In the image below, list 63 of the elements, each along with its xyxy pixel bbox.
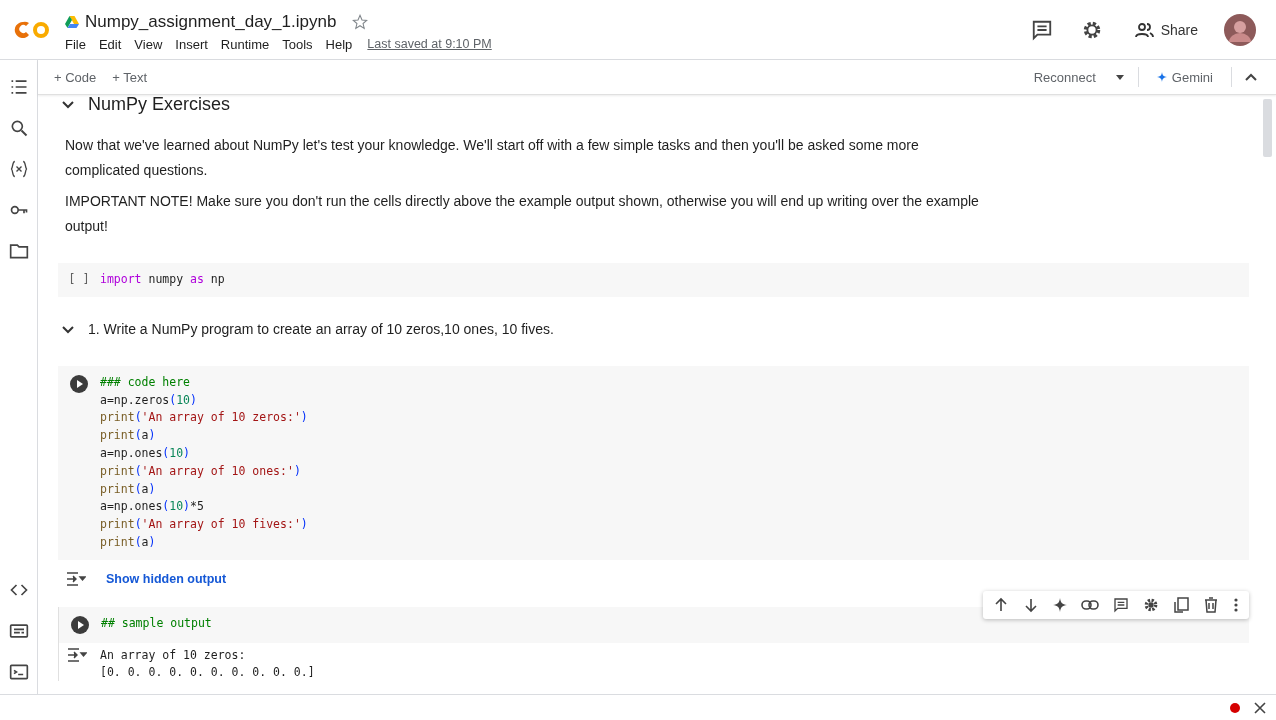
drive-icon (65, 15, 79, 28)
show-hidden-output-link[interactable]: Show hidden output (106, 571, 227, 586)
settings-icon[interactable] (1143, 596, 1159, 613)
delete-icon[interactable] (1203, 596, 1219, 613)
terminal-icon[interactable] (8, 662, 29, 682)
sparkle-icon[interactable] (1053, 597, 1067, 612)
code-line: a=np.zeros(10) (100, 391, 198, 409)
menu-item[interactable]: Runtime (220, 36, 270, 52)
code-line: ### code here (100, 373, 191, 391)
section-heading: 1. Write a NumPy program to create an array of 10 zeros,10 ones, 10 fives. (88, 320, 554, 337)
arrow-down-icon[interactable] (1023, 596, 1039, 613)
menu-item[interactable]: Edit (98, 36, 122, 52)
star-icon[interactable] (352, 13, 369, 30)
run-icon[interactable] (70, 614, 90, 635)
code-line: print('An array of 10 fives:') (100, 516, 308, 534)
mirror-cell-icon[interactable] (1173, 596, 1189, 613)
code-line: print(a) (100, 480, 157, 498)
last-saved-link[interactable]: Last saved at 9:10 PM (367, 37, 492, 51)
command-palette-icon[interactable] (8, 621, 29, 641)
paragraph: IMPORTANT NOTE! Make sure you don't run the cells directly above the example output shown, otherwise you will end up writing over the example output! (65, 192, 980, 236)
code-line: import numpy as np (100, 271, 225, 288)
menu-item[interactable]: View (134, 36, 163, 52)
code-line: print(a) (100, 533, 157, 551)
run-icon[interactable] (69, 373, 89, 394)
output-icon[interactable] (66, 570, 86, 587)
notebook-title[interactable]: Numpy_assignment_day_1.ipynb (85, 11, 337, 32)
menu-item[interactable]: Tools (282, 36, 313, 52)
menu-item[interactable]: Help (325, 36, 353, 52)
menu-item[interactable]: File (65, 36, 86, 52)
code-line: print('An array of 10 ones:') (100, 462, 302, 480)
menu-item[interactable]: Insert (175, 36, 208, 52)
code-cell[interactable]: [ ] import numpy as np (58, 263, 1249, 297)
sparkle-icon (1156, 72, 1167, 82)
code-cell[interactable]: ## sample output (58, 606, 1249, 643)
code-line: a=np.ones(10) (100, 445, 192, 462)
code-line: ## sample output (101, 614, 212, 632)
comment-icon[interactable] (1030, 18, 1053, 41)
close-icon[interactable] (1254, 701, 1266, 714)
comment-icon[interactable] (1113, 596, 1129, 613)
link-icon[interactable] (1081, 598, 1099, 611)
people-icon (1134, 21, 1155, 38)
reconnect-button[interactable]: Reconnect (1027, 66, 1102, 88)
output-icon[interactable] (67, 646, 87, 663)
add-cell-button[interactable]: + Code (48, 66, 103, 88)
output-line: [0. 0. 0. 0. 0. 0. 0. 0. 0. 0.] (100, 663, 315, 681)
status-dot (1230, 702, 1240, 713)
code-line: a=np.ones(10)*5 (100, 498, 205, 516)
cell-prompt: [ ] (68, 271, 90, 288)
section-heading: NumPy Exercises (88, 95, 231, 115)
folder-icon[interactable] (8, 241, 29, 261)
paragraph: Now that we've learned about NumPy let's test your knowledge. We'll start off with a few simple tasks and then you'll be asked some more complicated questions. (65, 136, 920, 180)
scrollbar[interactable] (1263, 99, 1272, 157)
add-cell-button[interactable]: + Text (106, 66, 154, 88)
share-button[interactable]: Share (1130, 17, 1202, 42)
code-cell[interactable]: ### code here a=np.zeros(10) print('An array of 10 zeros:') print(a) a=np.ones(10) print('An array of 10 ones:') print(a) a=np.ones(10)*5 print('An array of 10 fives:') print(a) (58, 365, 1249, 560)
arrow-up-icon[interactable] (993, 596, 1009, 613)
gemini-button[interactable]: Gemini (1150, 66, 1219, 88)
more-icon[interactable] (1233, 596, 1239, 613)
avatar-icon[interactable] (1224, 13, 1256, 46)
code-line: print('An array of 10 zeros:') (100, 409, 308, 427)
variables-icon[interactable] (8, 159, 29, 179)
output-line: An array of 10 zeros: (100, 646, 247, 664)
code-line: print(a) (100, 427, 157, 445)
